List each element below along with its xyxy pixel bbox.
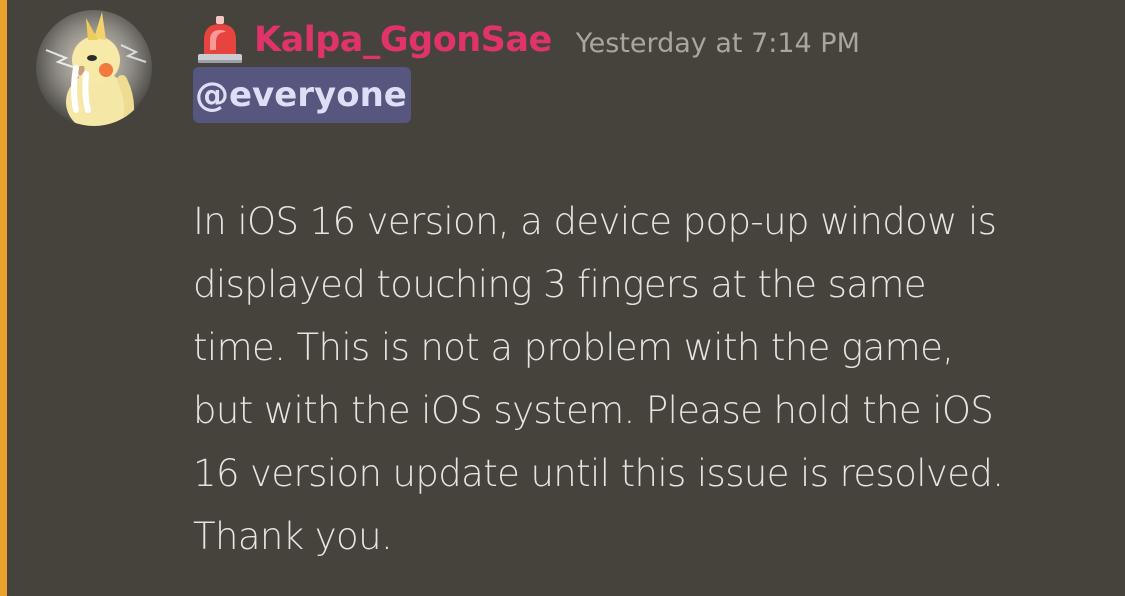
message-line: 16 version update until this issue is re…	[193, 452, 1004, 495]
message-line: In iOS 16 version, a device pop-up windo…	[193, 200, 997, 243]
message-timestamp[interactable]: Yesterday at 7:14 PM	[576, 28, 860, 59]
message-body: In iOS 16 version, a device pop-up windo…	[193, 190, 1108, 568]
message-line: displayed touching 3 fingers at the same	[193, 263, 927, 306]
siren-icon	[198, 16, 242, 63]
avatar[interactable]	[36, 10, 152, 126]
message-line: but with the iOS system. Please hold the…	[193, 389, 994, 432]
everyone-mention[interactable]: @everyone	[193, 67, 411, 123]
message-header: Kalpa_GgonSae Yesterday at 7:14 PM	[194, 14, 860, 66]
message-line: Thank you.	[193, 515, 393, 558]
author-username[interactable]: Kalpa_GgonSae	[254, 20, 552, 60]
message-line: time. This is not a problem with the gam…	[193, 326, 954, 369]
mention-highlight-bar	[0, 0, 7, 596]
chat-message: Kalpa_GgonSae Yesterday at 7:14 PM @ever…	[0, 0, 1125, 596]
cockatiel-avatar-icon	[36, 10, 152, 126]
